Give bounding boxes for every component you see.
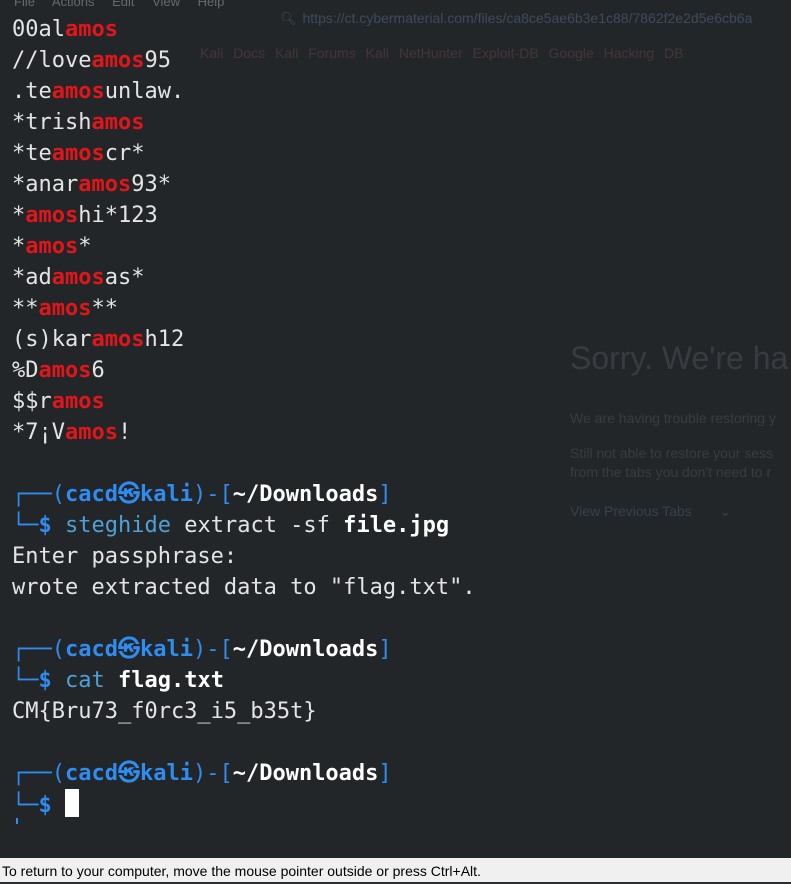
prompt-header: ┌──(cacd㉿kali)-[~/Downloads] [12,637,392,662]
wordlist-line: *teamoscr* [12,141,145,166]
command-name: cat [65,668,105,693]
chevron-down-icon: ⌄ [719,503,732,519]
kali-skull-icon: ㉿ [117,482,140,507]
wordlist-line: .teamosunlaw. [12,79,185,104]
wordlist-line: *amoshi*123 [12,203,158,228]
output-line: wrote extracted data to "flag.txt". [12,575,476,600]
cursor-tick-mark [16,818,18,824]
command-line: └─$ cat flag.txt [12,668,224,693]
wordlist-line: %Damos6 [12,358,105,383]
background-still-line-2: from the tabs you don't need to r [570,464,772,480]
background-menu-bar: File Actions Edit View Help [14,0,225,9]
background-heading: Sorry. We're ha [570,340,789,376]
wordlist-line: //loveamos95 [12,48,171,73]
terminal-output[interactable]: 00alamos //loveamos95 .teamosunlaw. *tri… [12,14,476,820]
active-command-line[interactable]: └─$ [12,789,476,820]
background-still-text: Still not able to restore your sess from… [570,444,773,482]
flag-output: CM{Bru73_f0rc3_i5_b35t} [12,699,317,724]
background-still-line-1: Still not able to restore your sess [570,445,774,461]
view-tabs-label: View Previous Tabs [570,503,692,519]
command-args: extract -sf [184,513,330,538]
kali-skull-icon: ㉿ [117,761,140,786]
wordlist-line: 00alamos [12,17,118,42]
wordlist-line: *trishamos [12,110,145,135]
wordlist-line: *anaramos93* [12,172,171,197]
kali-skull-icon: ㉿ [117,637,140,662]
command-file: file.jpg [343,513,450,538]
output-line: Enter passphrase: [12,544,238,569]
wordlist-line: *amos* [12,234,92,259]
wordlist-line: (s)karamosh12 [12,327,185,352]
terminal-window[interactable]: File Actions Edit View Help 🔍︎ https://ct… [0,0,791,858]
wordlist-line: *7¡Vamos! [12,420,132,445]
background-view-tabs: View Previous Tabs ⌄ [570,503,731,520]
text-cursor [65,789,79,817]
prompt-header: ┌──(cacd㉿kali)-[~/Downloads] [12,482,392,507]
wordlist-line: *adamosas* [12,265,145,290]
command-line: └─$ steghide extract -sf file.jpg [12,513,450,538]
wordlist-line: **amos** [12,296,118,321]
wordlist-line: $$ramos [12,389,105,414]
prompt-header: ┌──(cacd㉿kali)-[~/Downloads] [12,761,392,786]
command-file: flag.txt [118,668,224,693]
command-name: steghide [65,513,171,538]
background-trouble-text: We are having trouble restoring y [570,410,776,426]
vm-status-bar: To return to your computer, move the mou… [0,858,791,882]
